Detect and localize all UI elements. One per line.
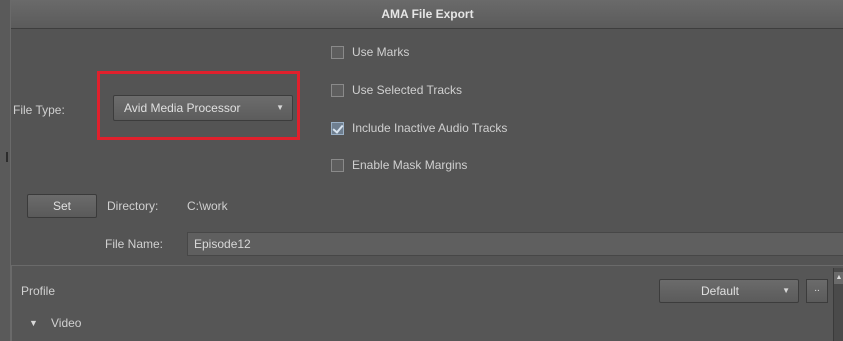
window-left-edge — [0, 0, 10, 341]
profile-more-button[interactable]: .. — [806, 279, 828, 303]
option-label: Use Marks — [352, 45, 410, 59]
file-type-dropdown[interactable]: Avid Media Processor ▼ — [113, 95, 293, 121]
option-label: Include Inactive Audio Tracks — [352, 121, 508, 135]
profile-dropdown[interactable]: Default ▼ — [659, 279, 799, 303]
chevron-down-icon: ▼ — [276, 103, 284, 112]
option-include-inactive-audio[interactable]: Include Inactive Audio Tracks — [331, 119, 507, 137]
option-use-selected-tracks[interactable]: Use Selected Tracks — [331, 81, 462, 99]
file-name-label: File Name: — [105, 237, 164, 251]
vertical-scrollbar[interactable]: ▲ — [833, 268, 843, 341]
checkbox-include-inactive-audio[interactable] — [331, 121, 344, 135]
file-name-input[interactable]: Episode12 — [187, 232, 843, 256]
file-type-value: Avid Media Processor — [124, 101, 241, 115]
file-type-label: File Type: — [13, 103, 65, 117]
set-directory-button[interactable]: Set — [27, 194, 97, 218]
checkbox-enable-mask-margins[interactable] — [331, 158, 344, 172]
directory-value: C:\work — [187, 199, 228, 213]
video-section-label: Video — [51, 316, 82, 330]
checkbox-use-marks[interactable] — [331, 45, 344, 59]
profile-label: Profile — [21, 284, 56, 298]
ama-file-export-dialog: AMA File Export File Type: Avid Media Pr… — [10, 0, 843, 341]
checkbox-use-selected-tracks[interactable] — [331, 83, 344, 97]
chevron-down-icon: ▼ — [782, 286, 790, 295]
profile-panel — [11, 265, 843, 341]
edge-marker — [6, 152, 8, 162]
scroll-up-icon[interactable]: ▲ — [834, 272, 843, 284]
profile-value: Default — [700, 284, 740, 298]
dialog-title: AMA File Export — [11, 0, 843, 29]
option-enable-mask-margins[interactable]: Enable Mask Margins — [331, 156, 467, 174]
expand-triangle-icon[interactable]: ▼ — [29, 318, 38, 328]
option-label: Use Selected Tracks — [352, 83, 463, 97]
option-label: Enable Mask Margins — [352, 158, 468, 172]
option-use-marks[interactable]: Use Marks — [331, 43, 409, 61]
directory-label: Directory: — [107, 199, 159, 213]
